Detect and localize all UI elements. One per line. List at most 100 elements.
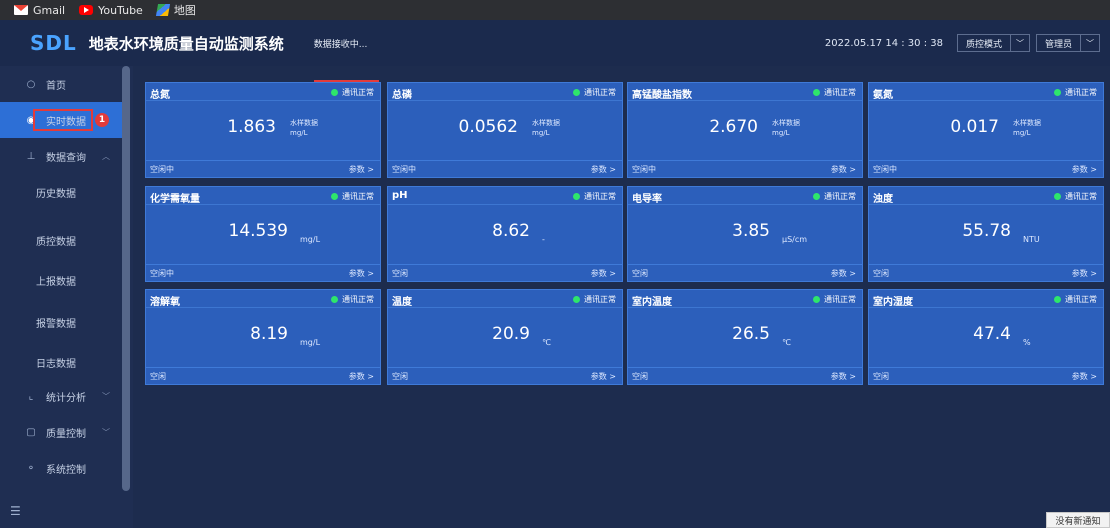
- card-title: 高锰酸盐指数: [632, 90, 692, 101]
- card-unit: NTU: [1023, 235, 1040, 244]
- sensor-card[interactable]: 总磷 通讯正常 0.0562 水样数据 mg/L 空闲中 参数 >: [387, 82, 623, 178]
- card-footer: 空闲 参数 >: [628, 264, 862, 281]
- card-param-link[interactable]: 参数 >: [591, 371, 616, 382]
- sensor-card[interactable]: 高锰酸盐指数 通讯正常 2.670 水样数据 mg/L 空闲中 参数 >: [627, 82, 863, 178]
- sensor-card[interactable]: 室内湿度 通讯正常 47.4% 空闲 参数 >: [868, 289, 1104, 385]
- card-status-label: 通讯正常: [342, 192, 374, 201]
- card-unit: mg/L: [290, 129, 308, 137]
- card-title: 电导率: [632, 194, 662, 205]
- chevron-up-icon: ︿: [102, 151, 110, 161]
- sensor-card[interactable]: 浊度 通讯正常 55.78 NTU 空闲 参数 >: [868, 186, 1104, 282]
- card-param-link[interactable]: 参数 >: [1072, 164, 1097, 175]
- trend-icon: ⌞: [28, 390, 34, 402]
- card-meta-label: 水样数据: [1013, 119, 1041, 127]
- card-state: 空闲中: [150, 269, 174, 278]
- card-footer: 空闲 参数 >: [628, 367, 862, 384]
- card-param-link[interactable]: 参数 >: [591, 164, 616, 175]
- datetime: 2022.05.17 14 : 30 : 38: [824, 37, 943, 49]
- card-state: 空闲: [632, 269, 648, 278]
- card-unit: -: [542, 235, 545, 244]
- card-status: 通讯正常: [813, 191, 856, 202]
- gmail-icon: [14, 5, 28, 15]
- bookmark-label: 地图: [173, 4, 196, 17]
- sidebar-item-quality-control[interactable]: ▢ 质量控制 ﹀: [0, 414, 118, 450]
- card-status-label: 通讯正常: [1065, 88, 1097, 97]
- sensor-card[interactable]: 溶解氧 通讯正常 8.19 mg/L 空闲 参数 >: [145, 289, 381, 385]
- card-value: 0.017: [950, 117, 999, 137]
- sensor-card[interactable]: 电导率 通讯正常 3.85 μS/cm 空闲 参数 >: [627, 186, 863, 282]
- status-dot-icon: [1054, 193, 1061, 200]
- bookmark-maps[interactable]: 地图: [155, 2, 196, 18]
- card-value: 0.0562: [458, 117, 518, 137]
- card-param-link[interactable]: 参数 >: [591, 268, 616, 279]
- sidebar-item-alarm-data[interactable]: 报警数据: [0, 304, 118, 340]
- card-divider: [388, 204, 622, 205]
- card-param-link[interactable]: 参数 >: [1072, 268, 1097, 279]
- card-footer: 空闲中 参数 >: [146, 160, 380, 177]
- sidebar-item-home[interactable]: ○ 首页: [0, 66, 118, 102]
- card-unit: mg/L: [532, 129, 550, 137]
- sensor-card[interactable]: pH 通讯正常 8.62 - 空闲 参数 >: [387, 186, 623, 282]
- mode-select[interactable]: 质控模式 ﹀: [956, 34, 1030, 52]
- chevron-down-icon: ﹀: [102, 391, 110, 401]
- menu-icon[interactable]: ☰: [10, 504, 21, 518]
- sidebar-item-log-data[interactable]: 日志数据: [0, 344, 118, 380]
- sidebar-item-system-control[interactable]: ⚬ 系统控制: [0, 450, 118, 486]
- card-divider: [628, 204, 862, 205]
- card-title: 室内湿度: [873, 297, 913, 308]
- bookmark-gmail[interactable]: Gmail: [14, 4, 65, 17]
- bookmark-label: Gmail: [33, 3, 66, 17]
- sidebar-item-stats[interactable]: ⌞ 统计分析 ﹀: [0, 378, 118, 414]
- card-footer: 空闲 参数 >: [869, 367, 1103, 384]
- sidebar-item-history[interactable]: 历史数据: [0, 174, 118, 210]
- card-value: 2.670: [709, 117, 758, 137]
- bookmark-youtube[interactable]: YouTube: [79, 4, 143, 17]
- sensor-card[interactable]: 总氮 通讯正常 1.863 水样数据 mg/L 空闲中 参数 >: [145, 82, 381, 178]
- card-value: 26.5: [732, 324, 770, 344]
- card-divider: [869, 204, 1103, 205]
- card-title: pH: [392, 190, 408, 201]
- sidebar-item-qc-data[interactable]: 质控数据: [0, 222, 118, 258]
- card-unit: mg/L: [772, 129, 790, 137]
- notification-toast[interactable]: 没有新通知: [1046, 512, 1110, 528]
- sensor-card[interactable]: 氨氮 通讯正常 0.017 水样数据 mg/L 空闲中 参数 >: [868, 82, 1104, 178]
- sensor-card[interactable]: 室内温度 通讯正常 26.5 ℃ 空闲 参数 >: [627, 289, 863, 385]
- card-param-link[interactable]: 参数 >: [831, 164, 856, 175]
- card-state: 空闲: [873, 372, 889, 381]
- status-dot-icon: [573, 89, 580, 96]
- card-status-label: 通讯正常: [342, 88, 374, 97]
- card-value: 3.85: [732, 221, 770, 241]
- card-status-label: 通讯正常: [584, 295, 616, 304]
- card-param-link[interactable]: 参数 >: [349, 268, 374, 279]
- card-state: 空闲: [150, 372, 166, 381]
- header-right: 2022.05.17 14 : 30 : 38 质控模式 ﹀ 管理员 ﹀: [825, 34, 1100, 52]
- card-status: 通讯正常: [573, 87, 616, 98]
- card-unit: ℃: [542, 338, 551, 347]
- status-dot-icon: [573, 193, 580, 200]
- sensor-card[interactable]: 化学需氧量 通讯正常 14.539 mg/L 空闲中 参数 >: [145, 186, 381, 282]
- card-meta: 水样数据 mg/L: [290, 118, 318, 138]
- sidebar-item-report-data[interactable]: 上报数据: [0, 262, 118, 298]
- sidebar-scrollbar[interactable]: [122, 66, 130, 491]
- card-param-link[interactable]: 参数 >: [349, 371, 374, 382]
- chevron-down-icon: ﹀: [1080, 35, 1099, 51]
- sidebar-item-label: 首页: [46, 80, 66, 92]
- user-menu[interactable]: 管理员 ﹀: [1035, 34, 1100, 52]
- card-param-link[interactable]: 参数 >: [831, 268, 856, 279]
- bookmark-label: YouTube: [98, 3, 143, 17]
- card-param-link[interactable]: 参数 >: [1072, 371, 1097, 382]
- card-footer: 空闲 参数 >: [388, 264, 622, 281]
- app-header: SDL 地表水环境质量自动监测系统 数据接收中... 2022.05.17 14…: [0, 20, 1110, 66]
- card-unit: mg/L: [300, 235, 321, 244]
- card-divider: [146, 204, 380, 205]
- card-state: 空闲中: [392, 165, 416, 174]
- sidebar-item-label: 报警数据: [36, 318, 76, 330]
- sidebar-item-data-query[interactable]: ⊥ 数据查询 ︿: [0, 138, 118, 174]
- card-meta: 水样数据 mg/L: [532, 118, 560, 138]
- card-param-link[interactable]: 参数 >: [831, 371, 856, 382]
- card-param-link[interactable]: 参数 >: [349, 164, 374, 175]
- card-title: 温度: [392, 297, 412, 308]
- status-dot-icon: [813, 89, 820, 96]
- card-status: 通讯正常: [1054, 191, 1097, 202]
- sensor-card[interactable]: 温度 通讯正常 20.9 ℃ 空闲 参数 >: [387, 289, 623, 385]
